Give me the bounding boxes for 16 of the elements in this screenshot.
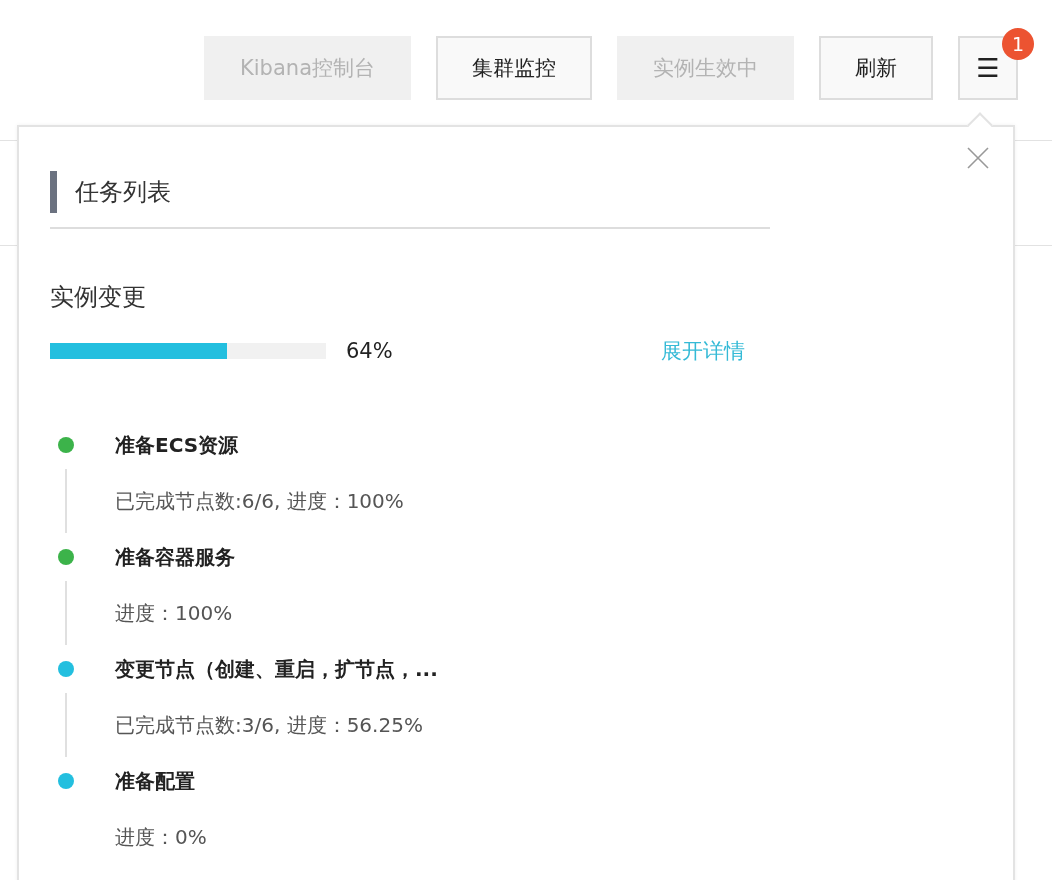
toolbar-button[interactable]: 刷新 — [819, 36, 933, 100]
panel-title: 任务列表 — [75, 177, 171, 208]
task-detail: 进度：0% — [115, 823, 208, 851]
task-title: 准备容器服务 — [115, 543, 236, 571]
title-accent-bar — [50, 171, 57, 213]
task-detail: 进度：100% — [115, 599, 234, 627]
close-icon[interactable] — [967, 147, 989, 169]
progress-reading: 64% — [346, 339, 393, 363]
toolbar-button[interactable]: 集群监控 — [436, 36, 592, 100]
task-detail: 已完成节点数:3/6, 进度：56.25% — [115, 711, 424, 739]
notification-badge: 1 — [1002, 28, 1034, 60]
task-title: 准备配置 — [115, 767, 196, 795]
task-detail: 已完成节点数:6/6, 进度：100% — [115, 487, 405, 515]
task-title: 变更节点（创建、重启，扩节点，... — [115, 655, 439, 683]
section-title: 实例变更 — [50, 282, 147, 313]
task-title: 准备ECS资源 — [115, 431, 240, 459]
